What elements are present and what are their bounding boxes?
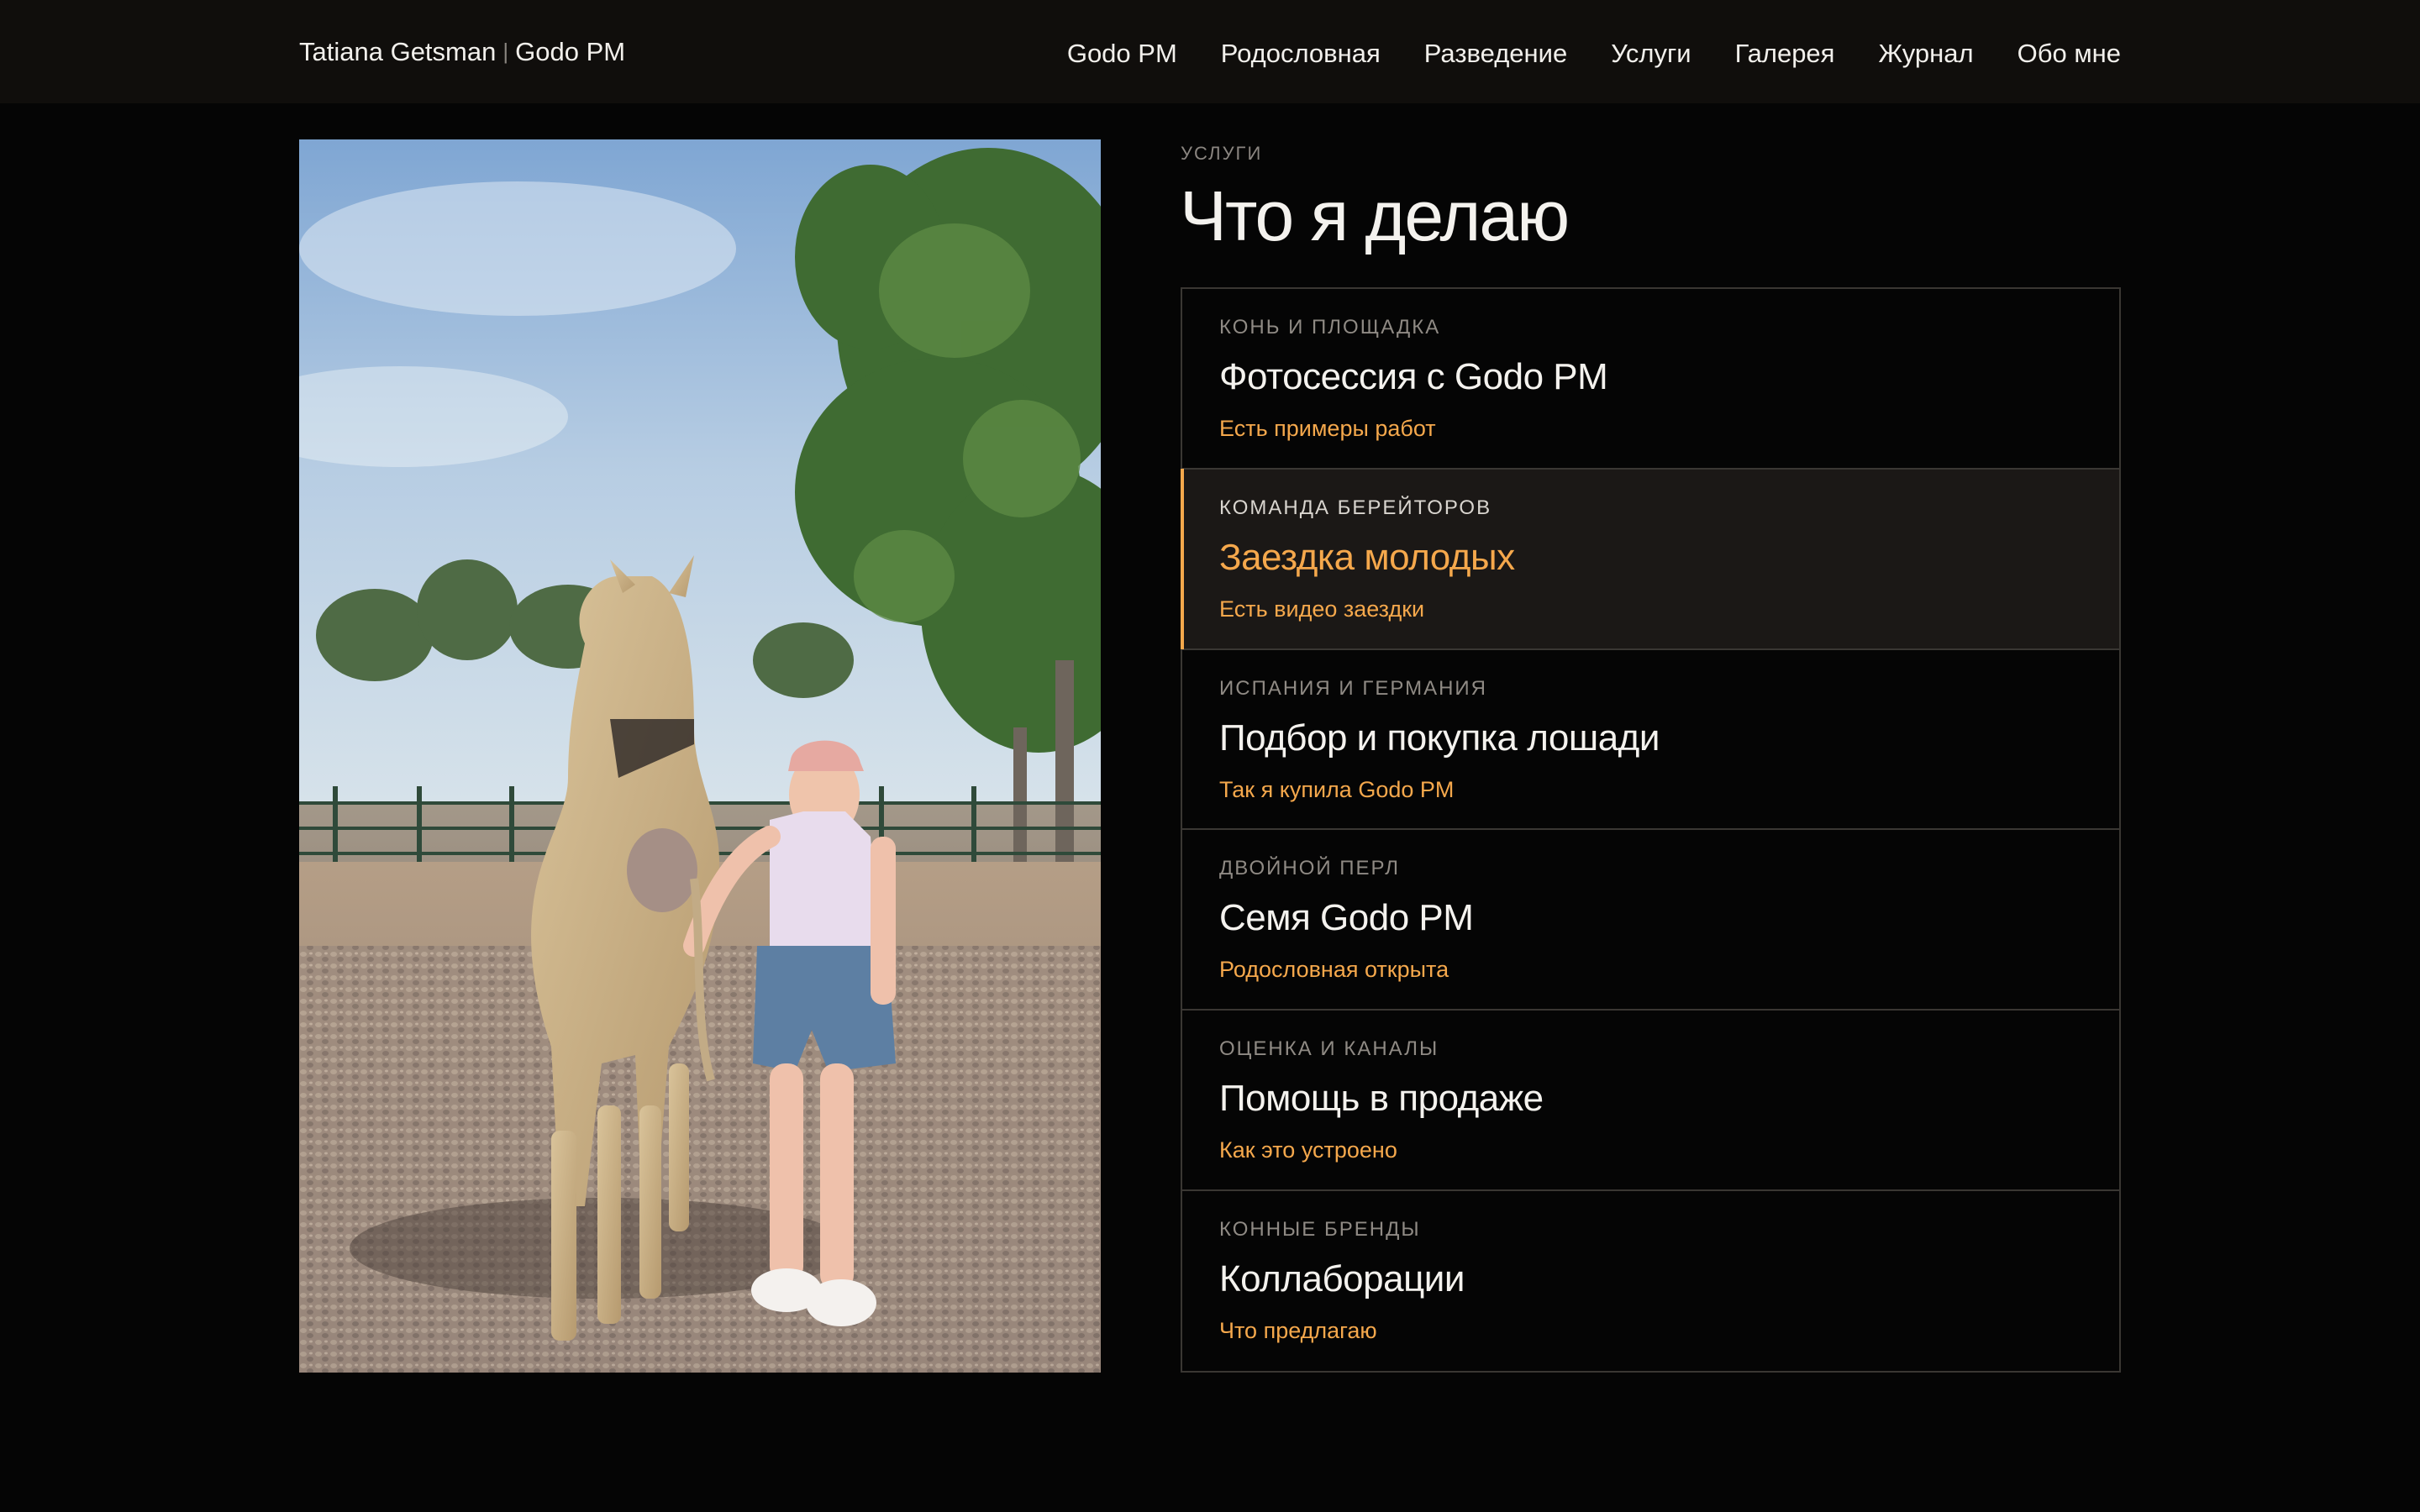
service-title: Заездка молодых	[1219, 536, 1515, 578]
service-item-sales-help[interactable]: ОЦЕНКА И КАНАЛЫ Помощь в продаже Как это…	[1182, 1011, 2119, 1192]
page-title: Что я делаю	[1180, 176, 1570, 255]
service-title: Семя Godo PM	[1219, 897, 1474, 939]
service-kicker: ДВОЙНОЙ ПЕРЛ	[1219, 857, 1400, 880]
service-item-breaking-young[interactable]: КОМАНДА БЕРЕЙТОРОВ Заездка молодых Есть …	[1181, 468, 2119, 650]
brand-product: Godo PM	[515, 37, 626, 66]
service-title: Помощь в продаже	[1219, 1078, 1544, 1120]
service-link[interactable]: Есть видео заездки	[1219, 594, 1424, 624]
service-link[interactable]: Что предлагаю	[1219, 1315, 1377, 1346]
service-link[interactable]: Как это устроено	[1219, 1135, 1397, 1165]
service-kicker: КОМАНДА БЕРЕЙТОРОВ	[1219, 496, 1492, 519]
brand-logo-link[interactable]: Tatiana Getsman | Godo PM	[299, 34, 625, 71]
service-link[interactable]: Есть примеры работ	[1219, 413, 1436, 444]
service-item-horse-purchase[interactable]: ИСПАНИЯ И ГЕРМАНИЯ Подбор и покупка лоша…	[1182, 650, 2119, 831]
services-list: КОНЬ И ПЛОЩАДКА Фотосессия с Godo PM Ест…	[1181, 287, 2121, 1373]
nav-item-journal[interactable]: Журнал	[1878, 34, 1973, 74]
nav-item-gallery[interactable]: Галерея	[1735, 34, 1835, 74]
nav-item-about[interactable]: Обо мне	[2018, 34, 2121, 74]
nav-item-services[interactable]: Услуги	[1611, 34, 1691, 74]
nav-item-breeding[interactable]: Разведение	[1424, 34, 1567, 74]
service-item-collaborations[interactable]: КОННЫЕ БРЕНДЫ Коллаборации Что предлагаю	[1182, 1191, 2119, 1371]
service-item-semen[interactable]: ДВОЙНОЙ ПЕРЛ Семя Godo PM Родословная от…	[1182, 830, 2119, 1011]
nav-item-pedigree[interactable]: Родословная	[1221, 34, 1381, 74]
service-kicker: КОННЫЕ БРЕНДЫ	[1219, 1218, 1421, 1242]
service-kicker: КОНЬ И ПЛОЩАДКА	[1219, 316, 1441, 339]
service-title: Фотосессия с Godo PM	[1219, 356, 1608, 397]
service-title: Подбор и покупка лошади	[1219, 717, 1660, 759]
main-nav: Godo PM Родословная Разведение Услуги Га…	[1067, 34, 2121, 74]
service-kicker: ОЦЕНКА И КАНАЛЫ	[1219, 1037, 1439, 1061]
nav-item-godo-pm[interactable]: Godo PM	[1067, 34, 1177, 74]
section-eyebrow: УСЛУГИ	[1181, 143, 1263, 164]
service-kicker: ИСПАНИЯ И ГЕРМАНИЯ	[1219, 676, 1487, 700]
brand-separator: |	[502, 39, 509, 64]
service-link[interactable]: Родословная открыта	[1219, 954, 1449, 984]
top-navigation-bar: Tatiana Getsman | Godo PM Godo PM Родослов…	[0, 0, 2420, 103]
hero-photo-woman-with-horse	[299, 139, 1101, 1373]
service-title: Коллаборации	[1219, 1258, 1465, 1300]
brand-name: Tatiana Getsman	[299, 37, 497, 66]
service-item-photoshoot[interactable]: КОНЬ И ПЛОЩАДКА Фотосессия с Godo PM Ест…	[1182, 289, 2119, 470]
service-link[interactable]: Так я купила Godo PM	[1219, 774, 1454, 805]
